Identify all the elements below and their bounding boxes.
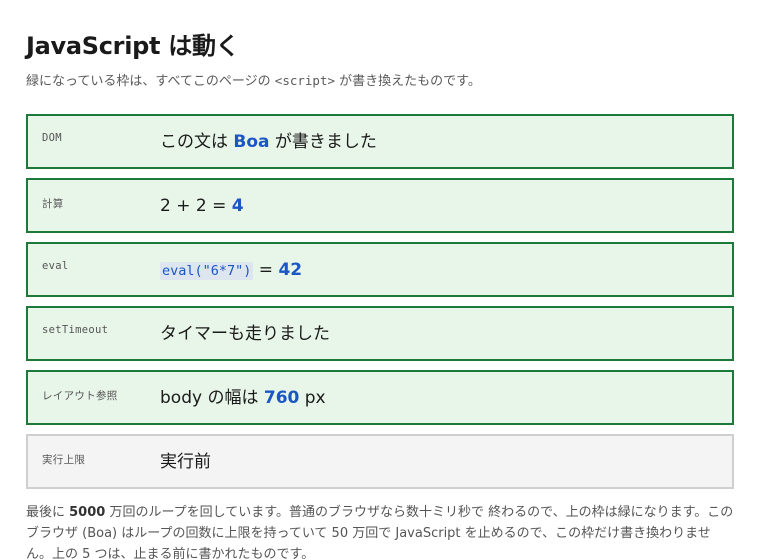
row-label: DOM: [42, 132, 62, 144]
subtitle-text-before: 緑になっている枠は、すべてこのページの: [26, 74, 275, 89]
value-text: =: [253, 260, 279, 280]
result-rows: DOM この文は Boa が書きました 計算 2 + 2 = 4 eval ev…: [26, 114, 734, 489]
footer-note: 最後に 5000 万回のループを回しています。普通のブラウザなら数十ミリ秒で 終…: [26, 502, 734, 560]
value-text: body の幅は: [160, 388, 264, 408]
subtitle-text-after: が書き換えたものです。: [335, 74, 481, 89]
row-label: レイアウト参照: [42, 390, 118, 402]
row-value: タイマーも走りました: [160, 324, 330, 344]
row-value: この文は Boa が書きました: [160, 131, 377, 153]
row-label: 計算: [42, 198, 64, 210]
value-highlight: 760: [263, 388, 300, 408]
subtitle-script-tag: <script>: [274, 73, 336, 88]
page-content: JavaScript は動く 緑になっている枠は、すべてこのページの <scri…: [26, 28, 734, 560]
row-eval: eval eval("6*7") = 42: [26, 242, 734, 297]
row-exec-limit: 実行上限 実行前: [26, 434, 734, 489]
value-text: 2 + 2 =: [160, 196, 232, 216]
row-label: eval: [42, 260, 69, 272]
row-dom: DOM この文は Boa が書きました: [26, 114, 734, 169]
row-settimeout: setTimeout タイマーも走りました: [26, 306, 734, 361]
footer-text: 万回のループを回しています。普通のブラウザなら数十ミリ秒で 終わるので、上の枠は…: [26, 505, 734, 560]
value-code: eval("6*7"): [160, 262, 254, 280]
row-label: 実行上限: [42, 454, 86, 466]
row-layout: レイアウト参照 body の幅は 760 px: [26, 370, 734, 425]
value-text: px: [299, 388, 326, 408]
row-calc: 計算 2 + 2 = 4: [26, 178, 734, 233]
page-subtitle: 緑になっている枠は、すべてこのページの <script> が書き換えたものです。: [26, 72, 734, 91]
value-highlight: Boa: [233, 132, 270, 152]
footer-loop-count: 5000: [69, 505, 106, 520]
row-value: 実行前: [160, 452, 211, 472]
value-text: が書きました: [269, 132, 377, 152]
footer-text: 最後に: [26, 505, 70, 520]
value-highlight: 42: [278, 260, 303, 280]
row-value: eval("6*7") = 42: [160, 259, 302, 282]
page-title: JavaScript は動く: [26, 32, 240, 60]
row-value: body の幅は 760 px: [160, 387, 326, 409]
row-label: setTimeout: [42, 324, 109, 336]
value-highlight: 4: [231, 196, 244, 216]
value-text: この文は: [160, 132, 234, 152]
row-value: 2 + 2 = 4: [160, 195, 244, 217]
